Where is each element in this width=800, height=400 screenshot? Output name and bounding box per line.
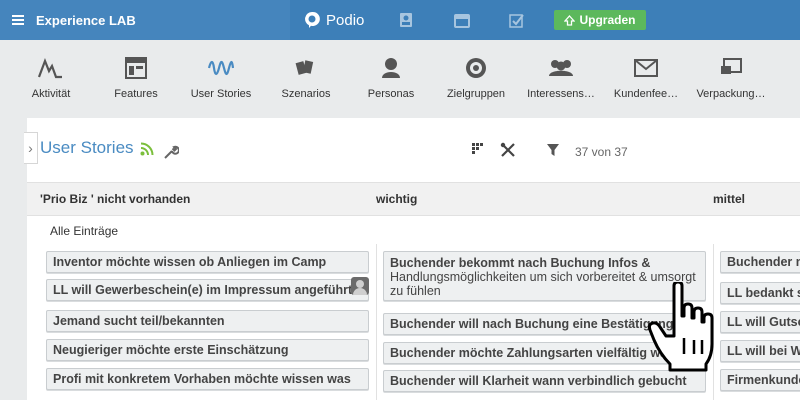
podio-logo[interactable]: Podio xyxy=(304,0,364,40)
story-card[interactable]: Jemand sucht teil/bekannten xyxy=(46,310,369,332)
app-features[interactable]: Features xyxy=(93,54,179,100)
screen-icon xyxy=(721,58,742,74)
story-card[interactable]: Neugieriger möchte erste Einschätzung xyxy=(46,339,369,361)
person-icon xyxy=(382,58,400,78)
story-card[interactable]: Buchender will Klarheit wann verbindlich… xyxy=(383,370,706,392)
story-card[interactable]: Inventor möchte wissen ob Anliegen im Ca… xyxy=(46,251,369,273)
story-card[interactable]: LL will Gewerbeschein(e) im Impressum an… xyxy=(46,279,369,301)
column-header: mittel xyxy=(713,192,746,206)
story-card[interactable]: Profi mit konkretem Vorhaben möchte wiss… xyxy=(46,368,369,390)
app-aktivitaet[interactable]: Aktivität xyxy=(8,54,94,100)
upgrade-label: Upgraden xyxy=(579,13,636,27)
activity-icon xyxy=(38,57,62,79)
app-label: Aktivität xyxy=(31,88,71,100)
app-title[interactable]: User Stories xyxy=(40,138,134,158)
story-card[interactable]: Firmenkunde xyxy=(720,369,800,391)
app-label: User Stories xyxy=(190,88,252,100)
group-label-all-entries: Alle Einträge xyxy=(50,224,119,238)
avatar xyxy=(351,277,369,295)
workspace-name[interactable]: Experience LAB xyxy=(36,13,136,28)
column-header: 'Prio Biz ' nicht vorhanden xyxy=(40,192,191,206)
app-label: Zielgruppen xyxy=(446,88,506,100)
group-icon xyxy=(549,60,573,76)
left-gutter xyxy=(0,118,27,400)
tasks-icon[interactable] xyxy=(509,12,525,28)
hand-cursor-icon xyxy=(648,282,714,372)
sidebar-expand-button[interactable]: › xyxy=(24,132,38,164)
contacts-icon[interactable] xyxy=(398,12,414,28)
app-user-stories[interactable]: User Stories xyxy=(178,54,264,100)
app-navigation: Aktivität Features User Stories Szenario… xyxy=(0,40,800,116)
workspace-switcher[interactable]: Experience LAB xyxy=(0,0,290,40)
app-label: Kundenfee… xyxy=(613,88,679,100)
tools-icon[interactable] xyxy=(500,142,516,158)
top-bar: Experience LAB Podio Upgraden xyxy=(0,0,800,40)
app-personas[interactable]: Personas xyxy=(348,54,434,100)
card-view-icon[interactable] xyxy=(472,143,486,155)
menu-icon[interactable] xyxy=(12,15,24,25)
column-header: wichtig xyxy=(376,192,418,206)
app-label: Szenarios xyxy=(281,88,331,100)
app-interessens[interactable]: Interessens… xyxy=(518,54,604,100)
story-card[interactable]: LL will bei Weiter xyxy=(720,340,800,362)
features-icon xyxy=(125,57,147,79)
app-label: Interessens… xyxy=(527,88,595,100)
upgrade-button[interactable]: Upgraden xyxy=(554,10,646,30)
app-label: Features xyxy=(114,88,158,100)
story-card[interactable]: LL bedankt sich xyxy=(720,282,800,304)
story-card[interactable]: LL will Gutschein xyxy=(720,311,800,333)
wave-icon xyxy=(208,60,234,76)
app-label: Verpackung… xyxy=(696,88,766,100)
calendar-icon[interactable] xyxy=(454,12,470,28)
upgrade-arrow-icon xyxy=(564,14,576,26)
podio-logo-icon xyxy=(305,11,320,28)
mail-icon xyxy=(634,59,658,77)
column-divider xyxy=(376,244,377,400)
item-count: 37 von 37 xyxy=(575,145,628,159)
app-kundenfeedback[interactable]: Kundenfee… xyxy=(603,54,689,100)
rss-feed-icon[interactable] xyxy=(140,142,154,156)
wrench-icon[interactable] xyxy=(163,144,179,160)
app-szenarios[interactable]: Szenarios xyxy=(263,54,349,100)
story-card-title: Buchender bekommt nach Buchung Infos & xyxy=(390,256,651,270)
filter-icon[interactable] xyxy=(546,143,560,157)
app-zielgruppen[interactable]: Zielgruppen xyxy=(433,54,519,100)
podio-brand: Podio xyxy=(326,11,365,29)
cards-icon xyxy=(295,60,314,75)
story-card[interactable]: Buchender möchte xyxy=(720,251,800,273)
app-verpackung[interactable]: Verpackung… xyxy=(688,54,774,100)
app-label: Personas xyxy=(367,88,415,100)
target-icon xyxy=(466,58,486,78)
